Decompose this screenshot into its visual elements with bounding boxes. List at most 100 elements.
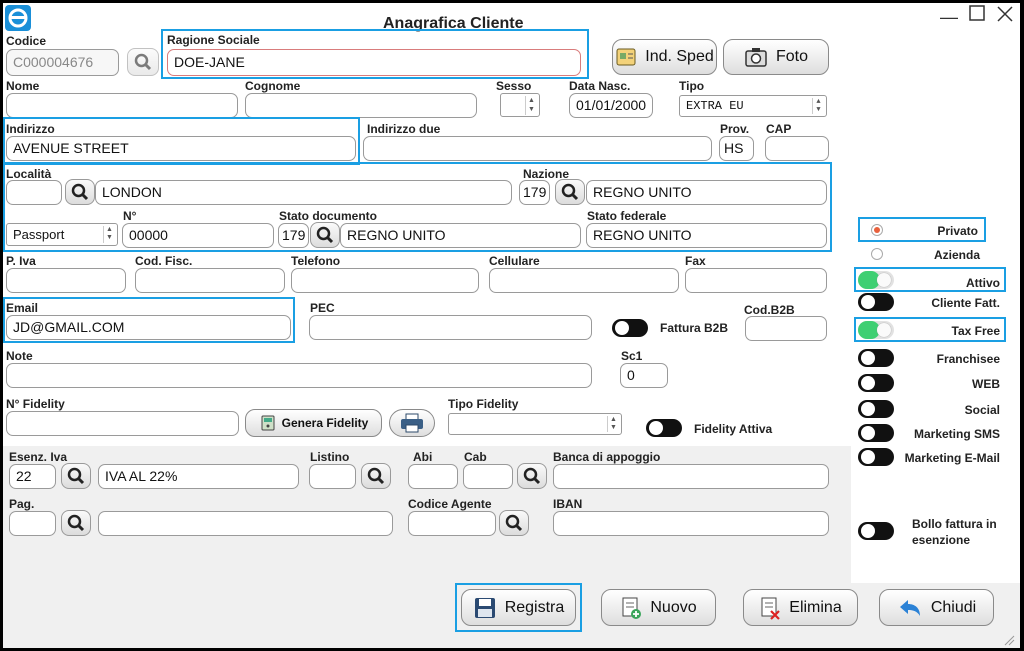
nome-label: Nome	[6, 79, 40, 93]
pag-search-button[interactable]	[61, 510, 91, 536]
email-field[interactable]: JD@GMAIL.COM	[6, 315, 291, 340]
codice-agente-field[interactable]	[408, 511, 496, 536]
sc1-label: Sc1	[621, 349, 643, 363]
esenz-iva-code-field[interactable]: 22	[9, 464, 56, 489]
localita-field[interactable]: LONDON	[95, 180, 512, 205]
ind-sped-label: Ind. Sped	[645, 48, 714, 65]
codice-field[interactable]: C000004676	[6, 49, 119, 76]
marketing-email-toggle[interactable]	[858, 448, 894, 466]
pag-code-field[interactable]	[9, 511, 56, 536]
franchisee-label: Franchisee	[936, 352, 1000, 366]
piva-field[interactable]	[6, 268, 126, 293]
marketing-sms-label: Marketing SMS	[913, 427, 1000, 441]
marketing-sms-toggle[interactable]	[858, 424, 894, 442]
bollo-toggle[interactable]	[858, 522, 894, 540]
resize-grip-icon[interactable]	[1003, 633, 1015, 646]
cab-field[interactable]	[463, 464, 513, 489]
iban-field[interactable]	[553, 511, 829, 536]
tipo-select[interactable]: EXTRA EU ▲ ▼	[679, 95, 827, 117]
foto-button[interactable]: Foto	[723, 39, 829, 75]
registra-label: Registra	[504, 598, 565, 616]
cliente-fatt-toggle[interactable]	[858, 293, 894, 311]
localita-search-button[interactable]	[65, 179, 95, 205]
abi-field[interactable]	[408, 464, 458, 489]
print-button[interactable]	[389, 409, 435, 437]
nuovo-button[interactable]: Nuovo	[601, 589, 716, 626]
ragione-label: Ragione Sociale	[167, 33, 260, 47]
card-reader-icon	[261, 415, 275, 431]
pec-field[interactable]	[309, 315, 592, 340]
banca-field[interactable]	[553, 464, 829, 489]
tax-free-label: Tax Free	[951, 324, 1000, 338]
telefono-field[interactable]	[291, 268, 479, 293]
data-nasc-label: Data Nasc.	[569, 79, 631, 93]
ind-sped-button[interactable]: Ind. Sped	[612, 39, 717, 75]
azienda-radio[interactable]	[871, 248, 883, 260]
localita-code-field[interactable]	[6, 180, 62, 205]
cod-fisc-label: Cod. Fisc.	[135, 254, 193, 268]
document-type-select[interactable]: Passport ▲ ▼	[6, 223, 118, 246]
cognome-field[interactable]	[245, 93, 477, 118]
stato-doc-field[interactable]: REGNO UNITO	[340, 223, 581, 248]
web-toggle[interactable]	[858, 374, 894, 392]
cod-b2b-label: Cod.B2B	[744, 303, 795, 317]
nazione-field[interactable]: REGNO UNITO	[586, 180, 827, 205]
codice-agente-label: Codice Agente	[408, 497, 492, 511]
sesso-label: Sesso	[496, 79, 532, 93]
close-icon[interactable]	[996, 5, 1014, 28]
cellulare-field[interactable]	[489, 268, 679, 293]
banca-label: Banca di appoggio	[553, 450, 661, 464]
nazione-code-field[interactable]: 179	[519, 180, 550, 205]
fidelity-field[interactable]	[6, 411, 239, 436]
attivo-toggle[interactable]	[858, 271, 894, 289]
sesso-select[interactable]: ▲ ▼	[500, 93, 540, 117]
tax-free-toggle[interactable]	[858, 321, 894, 339]
new-document-icon	[622, 597, 642, 619]
search-icon	[67, 467, 85, 485]
note-field[interactable]	[6, 363, 592, 388]
cab-search-button[interactable]	[517, 463, 547, 489]
codice-search-button[interactable]	[127, 48, 159, 76]
floppy-disk-icon	[474, 597, 495, 618]
franchisee-toggle[interactable]	[858, 349, 894, 367]
esenz-iva-field[interactable]: IVA AL 22%	[98, 464, 299, 489]
social-toggle[interactable]	[858, 400, 894, 418]
codice-agente-search-button[interactable]	[499, 510, 529, 536]
cod-fisc-field[interactable]	[135, 268, 285, 293]
esenz-iva-search-button[interactable]	[61, 463, 91, 489]
nome-field[interactable]	[6, 93, 238, 118]
cap-field[interactable]	[765, 136, 829, 161]
app-logo-icon	[5, 5, 31, 31]
elimina-button[interactable]: Elimina	[743, 589, 858, 626]
data-nasc-field[interactable]: 01/01/2000	[569, 93, 653, 118]
privato-radio[interactable]	[871, 224, 883, 236]
tipo-fidelity-select[interactable]: ▲ ▼	[448, 413, 622, 435]
ragione-sociale-field[interactable]: DOE-JANE	[167, 49, 581, 76]
sc1-field[interactable]: 0	[620, 363, 668, 388]
num-doc-field[interactable]: 00000	[122, 223, 274, 248]
indirizzo-field[interactable]: AVENUE STREET	[6, 136, 356, 161]
fidelity-attiva-toggle[interactable]	[646, 419, 682, 437]
pag-field[interactable]	[98, 511, 393, 536]
stato-doc-search-button[interactable]	[310, 222, 340, 248]
chiudi-button[interactable]: Chiudi	[879, 589, 994, 626]
spin-arrows-icon: ▲ ▼	[812, 98, 824, 114]
nazione-search-button[interactable]	[555, 179, 585, 205]
genera-fidelity-button[interactable]: Genera Fidelity	[245, 409, 382, 437]
prov-field[interactable]: HS	[719, 136, 754, 161]
abi-label: Abi	[413, 450, 433, 464]
azienda-label: Azienda	[933, 248, 980, 262]
registra-button[interactable]: Registra	[461, 589, 576, 626]
indirizzo-due-field[interactable]	[363, 136, 712, 161]
minimize-icon[interactable]: —	[940, 7, 958, 28]
genera-fidelity-label: Genera Fidelity	[281, 416, 369, 430]
stato-fed-field[interactable]: REGNO UNITO	[586, 223, 827, 248]
fax-field[interactable]	[685, 268, 827, 293]
cliente-fatt-label: Cliente Fatt.	[931, 296, 1000, 310]
cod-b2b-field[interactable]	[745, 316, 827, 341]
listino-field[interactable]	[309, 464, 356, 489]
listino-search-button[interactable]	[361, 463, 391, 489]
maximize-icon[interactable]	[969, 5, 985, 26]
stato-doc-code-field[interactable]: 179	[278, 223, 309, 248]
fattura-b2b-toggle[interactable]	[612, 319, 648, 337]
